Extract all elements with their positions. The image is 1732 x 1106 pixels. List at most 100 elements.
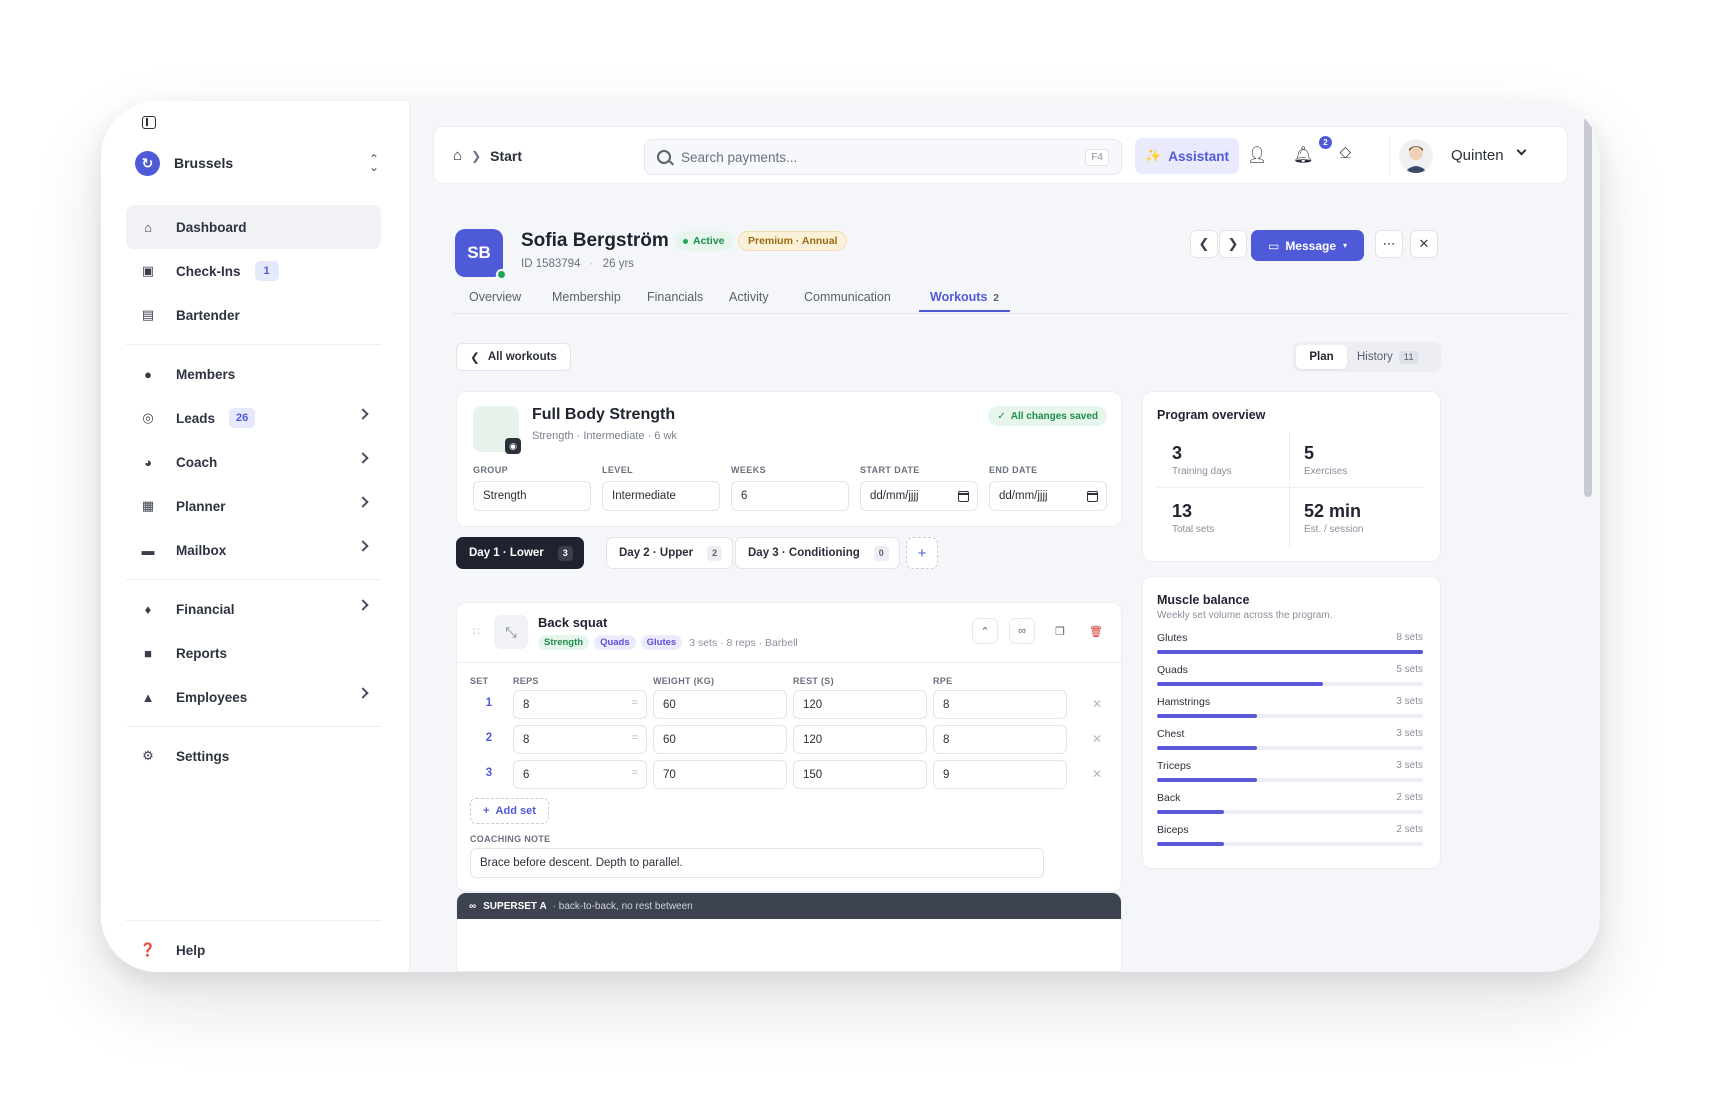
day-tab-2[interactable]: Day 2 · Upper 2: [606, 537, 734, 569]
group-field[interactable]: Strength: [473, 481, 591, 511]
add-set-button[interactable]: + Add set: [470, 798, 549, 824]
level-label: LEVEL: [602, 465, 634, 475]
end-date-field[interactable]: dd/mm/jjjj: [989, 481, 1107, 511]
rpe-input[interactable]: 9: [933, 760, 1067, 789]
calendar-icon[interactable]: [1087, 491, 1098, 502]
weight-input[interactable]: 60: [653, 725, 787, 754]
reps-input[interactable]: 8 =: [513, 690, 647, 719]
weight-input[interactable]: 60: [653, 690, 787, 719]
add-user-icon[interactable]: 👤︎: [1247, 145, 1267, 165]
sidebar-item-financial[interactable]: ♦ Financial: [126, 587, 381, 631]
previous-member-button[interactable]: ❮: [1190, 230, 1218, 258]
tab-workouts[interactable]: Workouts 2: [919, 290, 1010, 312]
sidebar-item-dashboard[interactable]: ⌂ Dashboard: [126, 205, 381, 249]
more-options-button[interactable]: ⋯: [1375, 230, 1403, 258]
home-icon[interactable]: ⌂: [453, 147, 462, 164]
weight-input[interactable]: 70: [653, 760, 787, 789]
scrollbar[interactable]: [1584, 117, 1592, 497]
remove-set-icon[interactable]: ✕: [1092, 697, 1102, 711]
stepper-icon[interactable]: =: [632, 767, 638, 779]
sidebar-item-label: Leads: [176, 410, 216, 426]
message-label: Message: [1285, 238, 1337, 253]
plan-tab[interactable]: Plan: [1296, 345, 1347, 369]
sidebar-item-employees[interactable]: ▲ Employees: [126, 675, 381, 719]
link-button[interactable]: ∞: [1009, 618, 1035, 644]
sidebar-item-label: Financial: [176, 601, 235, 617]
rpe-input[interactable]: 8: [933, 725, 1067, 754]
tag: Strength: [538, 635, 590, 650]
level-field[interactable]: Intermediate: [602, 481, 720, 511]
remove-set-icon[interactable]: ✕: [1092, 732, 1102, 746]
add-day-button[interactable]: +: [906, 537, 938, 569]
tab-financials[interactable]: Financials: [647, 290, 703, 312]
rest-input[interactable]: 150: [793, 760, 927, 789]
search-bar[interactable]: F4: [644, 139, 1122, 175]
tab-overview[interactable]: Overview: [469, 290, 521, 312]
program-title: Full Body Strength: [532, 406, 676, 423]
remove-set-icon[interactable]: ✕: [1092, 767, 1102, 781]
planner-icon: ▦: [141, 498, 155, 513]
chevron-right-icon: [357, 452, 369, 464]
bell-icon[interactable]: 🔔︎: [1293, 145, 1313, 165]
door-icon[interactable]: ⎐: [1339, 145, 1352, 163]
calendar-icon[interactable]: [958, 491, 969, 502]
next-member-button[interactable]: ❯: [1219, 230, 1247, 258]
muscle-sets: 3 sets: [1396, 696, 1423, 707]
app-window: ↻ Brussels ⌃ ⌄ ⌂ Dashboard ▣ Check-Ins 1 …: [101, 101, 1600, 972]
user-name[interactable]: Quinten: [1451, 147, 1504, 164]
day-tab-3[interactable]: Day 3 · Conditioning 0: [735, 537, 900, 569]
reports-icon: ■: [144, 645, 152, 661]
camera-icon[interactable]: ◉: [505, 438, 521, 454]
delete-button[interactable]: 🗑︎: [1083, 618, 1109, 644]
weeks-field[interactable]: 6: [731, 481, 849, 511]
rpe-input[interactable]: 8: [933, 690, 1067, 719]
sidebar-item-planner[interactable]: ▦ Planner: [126, 484, 381, 528]
close-button[interactable]: ✕: [1410, 230, 1438, 258]
day-label: Day 3 · Conditioning: [748, 547, 860, 559]
exercise-tags: Strength Quads Glutes 3 sets · 8 reps · …: [538, 635, 798, 650]
col-header-rpe: RPE: [933, 676, 953, 686]
tab-communication[interactable]: Communication: [804, 290, 891, 312]
assistant-button[interactable]: ✨ Assistant: [1135, 138, 1239, 174]
member-tabs: Overview Membership Financials Activity …: [453, 290, 1570, 314]
chevron-down-icon[interactable]: [1516, 145, 1527, 156]
sidebar-item-reports[interactable]: ■ Reports: [126, 631, 381, 675]
sidebar: ↻ Brussels ⌃ ⌄ ⌂ Dashboard ▣ Check-Ins 1 …: [101, 101, 410, 972]
sidebar-item-settings[interactable]: ⚙ Settings: [126, 734, 381, 778]
day-tab-1[interactable]: Day 1 · Lower 3: [456, 537, 584, 569]
end-date-label: END DATE: [989, 465, 1038, 475]
org-switcher[interactable]: ↻ Brussels ⌃ ⌄: [135, 149, 379, 177]
message-button[interactable]: ▭ Message ▾: [1251, 230, 1364, 261]
all-workouts-button[interactable]: ❮ All workouts: [456, 343, 571, 371]
breadcrumb-item[interactable]: Start: [490, 148, 522, 164]
sidebar-item-leads[interactable]: ◎ Leads 26: [126, 396, 381, 440]
stat-value: 13: [1172, 501, 1193, 521]
help-icon: ❓: [139, 942, 157, 957]
reps-input[interactable]: 6 =: [513, 760, 647, 789]
avatar[interactable]: [1399, 139, 1433, 173]
rest-input[interactable]: 120: [793, 690, 927, 719]
sidebar-item-bartender[interactable]: ▤ Bartender: [126, 293, 381, 337]
coaching-note-input[interactable]: Brace before descent. Depth to parallel.: [470, 848, 1044, 878]
stepper-icon[interactable]: =: [632, 732, 638, 744]
start-date-field[interactable]: dd/mm/jjjj: [860, 481, 978, 511]
tab-count: 2: [993, 293, 999, 304]
sidebar-item-help[interactable]: ❓ Help: [126, 928, 381, 972]
stepper-icon[interactable]: =: [632, 697, 638, 709]
tab-activity[interactable]: Activity: [729, 290, 769, 312]
sidebar-item-mailbox[interactable]: ▬ Mailbox: [126, 528, 381, 572]
progress-track: [1157, 746, 1423, 750]
history-tab[interactable]: History 11: [1357, 345, 1419, 369]
tab-membership[interactable]: Membership: [552, 290, 621, 312]
sidebar-toggle-icon[interactable]: [142, 116, 156, 129]
superset-header: ∞ SUPERSET A · back-to-back, no rest bet…: [457, 893, 1121, 919]
sidebar-item-coach[interactable]: ◕ Coach: [126, 440, 381, 484]
duplicate-button[interactable]: ❐: [1047, 618, 1073, 644]
search-input[interactable]: [681, 149, 1061, 165]
reps-input[interactable]: 8 =: [513, 725, 647, 754]
rest-input[interactable]: 120: [793, 725, 927, 754]
sidebar-item-check-ins[interactable]: ▣ Check-Ins 1: [126, 249, 381, 293]
sidebar-item-members[interactable]: ● Members: [126, 352, 381, 396]
collapse-button[interactable]: ⌃: [972, 618, 998, 644]
drag-handle-icon[interactable]: ∷: [473, 625, 480, 638]
